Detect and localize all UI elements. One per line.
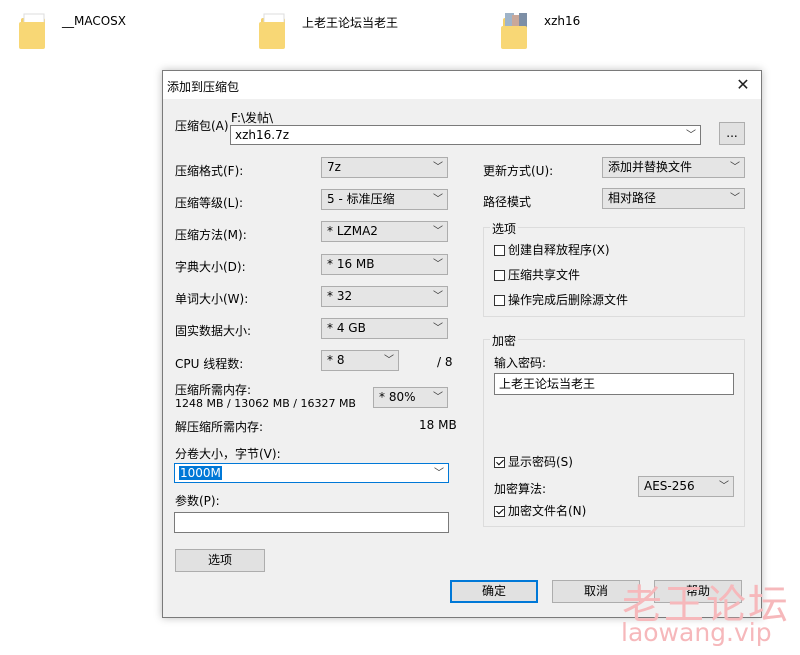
params-input[interactable] bbox=[174, 512, 449, 533]
options-group-title: 选项 bbox=[490, 220, 519, 237]
chevron-down-icon: ﹀ bbox=[730, 162, 740, 173]
method-value: * LZMA2 bbox=[327, 224, 378, 238]
chevron-down-icon: ﹀ bbox=[433, 162, 443, 173]
dialog-title: 添加到压缩包 bbox=[167, 80, 240, 94]
level-value: 5 - 标准压缩 bbox=[327, 192, 395, 206]
chevron-down-icon: ﹀ bbox=[730, 193, 740, 204]
cpu-select[interactable]: * 8 ﹀ bbox=[321, 350, 399, 371]
shared-checkbox[interactable]: 压缩共享文件 bbox=[494, 267, 580, 283]
chevron-down-icon: ﹀ bbox=[719, 481, 729, 492]
desktop-icon-label: xzh16 bbox=[544, 14, 581, 28]
chevron-down-icon: ﹀ bbox=[433, 259, 443, 270]
mem-percent-value: * 80% bbox=[379, 390, 416, 404]
cpu-label: CPU 线程数: bbox=[175, 357, 244, 371]
chevron-down-icon: ﹀ bbox=[433, 291, 443, 302]
enc-method-select[interactable]: AES-256 ﹀ bbox=[638, 476, 734, 497]
archive-name-value: xzh16.7z bbox=[235, 128, 290, 142]
password-input[interactable]: 上老王论坛当老王 bbox=[494, 373, 734, 395]
enc-method-value: AES-256 bbox=[644, 479, 695, 493]
delete-checkbox[interactable]: 操作完成后删除源文件 bbox=[494, 292, 628, 308]
level-label: 压缩等级(L): bbox=[175, 196, 244, 210]
options-button[interactable]: 选项 bbox=[175, 549, 265, 572]
path-select[interactable]: 相对路径 ﹀ bbox=[602, 188, 745, 209]
path-value: 相对路径 bbox=[608, 191, 657, 205]
cpu-value: * 8 bbox=[327, 353, 345, 367]
sfx-label: 创建自释放程序(X) bbox=[508, 243, 610, 257]
format-select[interactable]: 7z ﹀ bbox=[321, 157, 448, 178]
solid-value: * 4 GB bbox=[327, 321, 366, 335]
mem-comp-label: 压缩所需内存: bbox=[175, 383, 252, 397]
enc-method-label: 加密算法: bbox=[494, 482, 547, 496]
update-value: 添加并替换文件 bbox=[608, 160, 693, 174]
shared-label: 压缩共享文件 bbox=[508, 268, 581, 282]
archive-path: F:\发帖\ bbox=[231, 111, 274, 125]
chevron-down-icon: ﹀ bbox=[433, 194, 443, 205]
method-select[interactable]: * LZMA2 ﹀ bbox=[321, 221, 448, 242]
checkbox-checked-icon bbox=[494, 506, 505, 517]
ok-button[interactable]: 确定 bbox=[450, 580, 538, 603]
sfx-checkbox[interactable]: 创建自释放程序(X) bbox=[494, 242, 610, 258]
checkbox-icon bbox=[494, 245, 505, 256]
mem-decomp-value: 18 MB bbox=[419, 418, 457, 432]
solid-select[interactable]: * 4 GB ﹀ bbox=[321, 318, 448, 339]
checkbox-icon bbox=[494, 295, 505, 306]
mem-percent-select[interactable]: * 80% ﹀ bbox=[373, 387, 448, 408]
update-select[interactable]: 添加并替换文件 ﹀ bbox=[602, 157, 745, 178]
options-group: 选项 创建自释放程序(X) 压缩共享文件 操作完成后删除源文件 bbox=[483, 220, 745, 317]
encryption-group-title: 加密 bbox=[490, 332, 519, 349]
solid-label: 固实数据大小: bbox=[175, 324, 252, 338]
mem-comp-value: 1248 MB / 13062 MB / 16327 MB bbox=[175, 397, 356, 410]
show-password-checkbox[interactable]: 显示密码(S) bbox=[494, 454, 573, 470]
dict-select[interactable]: * 16 MB ﹀ bbox=[321, 254, 448, 275]
password-label: 输入密码: bbox=[494, 356, 547, 370]
path-label: 路径模式 bbox=[483, 195, 532, 209]
split-combo[interactable]: 1000M ﹀ bbox=[174, 463, 449, 483]
checkbox-icon bbox=[494, 270, 505, 281]
show-password-label: 显示密码(S) bbox=[508, 455, 573, 469]
word-select[interactable]: * 32 ﹀ bbox=[321, 286, 448, 307]
params-label: 参数(P): bbox=[175, 494, 220, 508]
word-label: 单词大小(W): bbox=[175, 292, 249, 306]
add-to-archive-dialog: 添加到压缩包 ✕ 压缩包(A) F:\发帖\ xzh16.7z ﹀ ... 压缩… bbox=[162, 70, 762, 618]
delete-label: 操作完成后删除源文件 bbox=[508, 293, 629, 307]
archive-name-combo[interactable]: xzh16.7z ﹀ bbox=[230, 125, 701, 145]
folder-icon bbox=[19, 13, 45, 49]
title-bar[interactable]: 添加到压缩包 ✕ bbox=[163, 71, 761, 99]
folder-icon bbox=[259, 13, 285, 49]
mem-decomp-label: 解压缩所需内存: bbox=[175, 420, 264, 434]
chevron-down-icon: ﹀ bbox=[384, 355, 394, 366]
archive-label: 压缩包(A) bbox=[175, 119, 229, 133]
dict-label: 字典大小(D): bbox=[175, 260, 246, 274]
encrypt-names-label: 加密文件名(N) bbox=[508, 504, 587, 518]
desktop-icon-label: 上老王论坛当老王 bbox=[302, 16, 399, 30]
chevron-down-icon: ﹀ bbox=[433, 226, 443, 237]
format-label: 压缩格式(F): bbox=[175, 164, 244, 178]
browse-button[interactable]: ... bbox=[719, 122, 745, 145]
desktop-icon-label: __MACOSX bbox=[62, 14, 127, 28]
word-value: * 32 bbox=[327, 289, 353, 303]
level-select[interactable]: 5 - 标准压缩 ﹀ bbox=[321, 189, 448, 210]
chevron-down-icon: ﹀ bbox=[433, 323, 443, 334]
update-label: 更新方式(U): bbox=[483, 164, 554, 178]
encryption-group: 加密 输入密码: 上老王论坛当老王 显示密码(S) 加密算法: AES-256 … bbox=[483, 332, 745, 527]
dict-value: * 16 MB bbox=[327, 257, 375, 271]
photo-folder-icon bbox=[501, 13, 527, 49]
format-value: 7z bbox=[327, 160, 341, 174]
checkbox-checked-icon bbox=[494, 457, 505, 468]
split-label: 分卷大小，字节(V): bbox=[175, 447, 281, 461]
chevron-down-icon: ﹀ bbox=[433, 392, 443, 403]
chevron-down-icon: ﹀ bbox=[686, 130, 696, 141]
watermark-url: laowang.vip bbox=[621, 618, 772, 647]
encrypt-names-checkbox[interactable]: 加密文件名(N) bbox=[494, 503, 586, 519]
close-icon[interactable]: ✕ bbox=[731, 73, 755, 97]
cpu-total: / 8 bbox=[437, 355, 453, 369]
chevron-down-icon: ﹀ bbox=[434, 468, 444, 479]
method-label: 压缩方法(M): bbox=[175, 228, 247, 242]
split-value: 1000M bbox=[179, 466, 222, 480]
